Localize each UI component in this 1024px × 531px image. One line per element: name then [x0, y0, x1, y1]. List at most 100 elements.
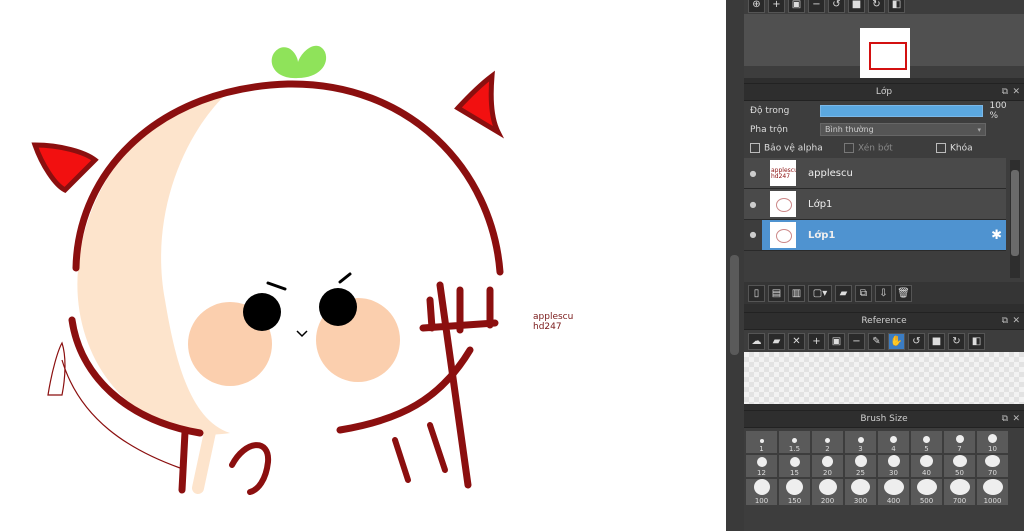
visibility-icon[interactable]: ●	[744, 200, 762, 209]
zoom-fit-icon[interactable]: ⊕	[748, 0, 765, 13]
brush-size-cell[interactable]: 150	[779, 479, 810, 505]
brush-size-cell[interactable]: 15	[779, 455, 810, 477]
brush-size-label: 25	[856, 469, 865, 477]
brush-size-cell[interactable]: 3	[845, 431, 876, 453]
brush-size-cell[interactable]: 300	[845, 479, 876, 505]
close-icon[interactable]: ✕	[1012, 84, 1020, 100]
new-layer-icon[interactable]: ▯	[748, 284, 765, 302]
opacity-value: 100 %	[989, 100, 1007, 121]
brush-size-cell[interactable]: 12	[746, 455, 777, 477]
brush-size-cell[interactable]: 20	[812, 455, 843, 477]
layer-name: Lớp1	[808, 229, 836, 241]
undock-icon[interactable]: ⧉	[1002, 313, 1008, 329]
brush-dot	[887, 455, 900, 467]
new-raster-icon[interactable]: ▤	[768, 284, 785, 302]
brush-size-cell[interactable]: 40	[911, 455, 942, 477]
brush-size-cell[interactable]: 700	[944, 479, 975, 505]
protect-alpha-option[interactable]: Bảo vệ alpha	[750, 143, 844, 154]
zoom-out-icon[interactable]: −	[848, 332, 865, 350]
brush-size-cell[interactable]: 30	[878, 455, 909, 477]
brush-size-cell[interactable]: 25	[845, 455, 876, 477]
blend-label: Pha trộn	[750, 124, 788, 135]
visibility-icon[interactable]: ●	[744, 220, 762, 250]
protect-alpha-checkbox[interactable]	[750, 143, 760, 154]
brush-size-cell[interactable]: 1.5	[779, 431, 810, 453]
reference-area[interactable]	[744, 352, 1024, 404]
layer-row[interactable]: ● Lớp1	[744, 189, 1006, 220]
zoom-out-icon[interactable]: −	[808, 0, 825, 13]
clipping-checkbox[interactable]	[844, 143, 854, 154]
layer-row-selected[interactable]: ● Lớp1 ✱	[744, 220, 1006, 251]
eyedropper-icon[interactable]: ✎	[868, 332, 885, 350]
blend-select[interactable]: Bình thường ▾	[820, 123, 986, 136]
brush-size-cell[interactable]: 70	[977, 455, 1008, 477]
navigator-toolbar: ⊕ + ▣ − ↺ ■ ↻ ◧	[744, 0, 1024, 13]
undock-icon[interactable]: ⧉	[1002, 411, 1008, 427]
fullscreen-icon[interactable]: ■	[848, 0, 865, 13]
zoom-in-icon[interactable]: +	[808, 332, 825, 350]
merge-layer-icon[interactable]: ⇩	[875, 284, 892, 302]
rotate-left-icon[interactable]: ↺	[828, 0, 845, 13]
flip-icon[interactable]: ◧	[888, 0, 905, 13]
canvas-scrollbar[interactable]	[726, 0, 744, 531]
lock-checkbox[interactable]	[936, 143, 946, 154]
cloud-icon[interactable]: ☁	[748, 332, 765, 350]
close-icon[interactable]: ✕	[1012, 411, 1020, 427]
brush-size-label: 2	[825, 445, 830, 453]
fit-window-icon[interactable]: ▣	[828, 332, 845, 350]
rotate-right-icon[interactable]: ↻	[948, 332, 965, 350]
brush-size-cell[interactable]: 10	[977, 431, 1008, 453]
folder-icon[interactable]: ▰	[835, 284, 852, 302]
brush-size-cell[interactable]: 1000	[977, 479, 1008, 505]
navigator-preview[interactable]	[744, 14, 1024, 78]
visibility-icon[interactable]: ●	[744, 169, 762, 178]
horn-right	[454, 70, 505, 139]
reference-panel-title: Reference ⧉ ✕	[744, 312, 1024, 330]
opacity-slider[interactable]	[819, 104, 984, 117]
clipping-option[interactable]: Xén bớt	[844, 143, 936, 154]
zoom-in-icon[interactable]: +	[768, 0, 785, 13]
copy-layer-icon[interactable]: ⧉	[855, 284, 872, 302]
brush-size-cell[interactable]: 4	[878, 431, 909, 453]
leaf	[271, 45, 327, 79]
brush-size-label: 4	[891, 445, 896, 453]
layer-list-scrollbar[interactable]	[1010, 160, 1020, 278]
scrollbar-thumb[interactable]	[730, 255, 739, 355]
hand-icon[interactable]: ✋	[888, 332, 905, 350]
undock-icon[interactable]: ⧉	[1002, 84, 1008, 100]
mouth	[296, 330, 308, 338]
delete-layer-icon[interactable]: 🗑	[895, 284, 912, 302]
brush-size-label: 7	[957, 445, 962, 453]
brush-size-cell[interactable]: 50	[944, 455, 975, 477]
fit-window-icon[interactable]: ▣	[788, 0, 805, 13]
layer-row[interactable]: ● applescu hd247 applescu	[744, 158, 1006, 189]
close-reference-icon[interactable]: ✕	[788, 332, 805, 350]
brush-size-cell[interactable]: 1	[746, 431, 777, 453]
brush-size-cell[interactable]: 7	[944, 431, 975, 453]
open-folder-icon[interactable]: ▰	[768, 332, 785, 350]
lock-option[interactable]: Khóa	[936, 143, 973, 154]
brush-size-cell[interactable]: 5	[911, 431, 942, 453]
brush-dot	[955, 435, 964, 443]
add-layer-menu-icon[interactable]: ▢▾	[808, 284, 832, 302]
brush-size-cell[interactable]: 400	[878, 479, 909, 505]
drawing-canvas[interactable]: applescu hd247	[0, 0, 726, 531]
brush-size-cell[interactable]: 2	[812, 431, 843, 453]
flip-icon[interactable]: ◧	[968, 332, 985, 350]
brush-size-cell[interactable]: 100	[746, 479, 777, 505]
brush-size-cell[interactable]: 500	[911, 479, 942, 505]
brush-dot	[822, 456, 833, 467]
brush-size-label: 1000	[983, 497, 1002, 505]
brush-dot	[949, 479, 970, 495]
scrollbar-thumb[interactable]	[1011, 170, 1019, 256]
gear-icon[interactable]: ✱	[991, 228, 1002, 243]
layer-name: Lớp1	[808, 198, 833, 210]
close-icon[interactable]: ✕	[1012, 313, 1020, 329]
illustration	[31, 45, 505, 495]
brush-dot	[825, 438, 830, 443]
fullscreen-icon[interactable]: ■	[928, 332, 945, 350]
rotate-right-icon[interactable]: ↻	[868, 0, 885, 13]
brush-size-cell[interactable]: 200	[812, 479, 843, 505]
new-halftone-icon[interactable]: ▥	[788, 284, 805, 302]
rotate-left-icon[interactable]: ↺	[908, 332, 925, 350]
